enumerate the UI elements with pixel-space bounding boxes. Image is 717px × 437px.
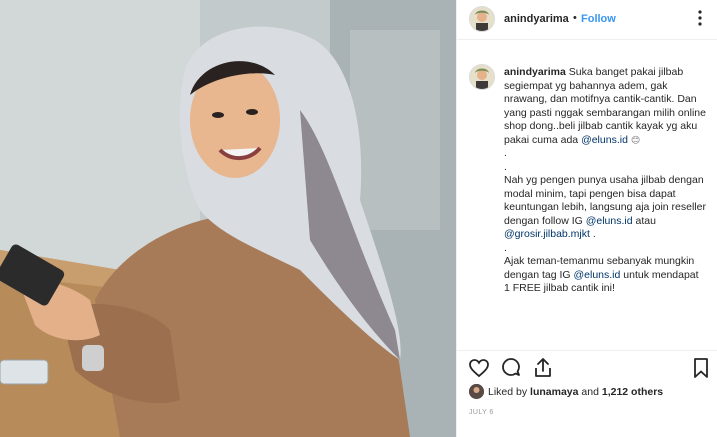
more-options-icon[interactable] [692, 8, 708, 28]
avatar-image [469, 384, 484, 399]
caption-dot: . [504, 241, 507, 254]
smile-emoji-icon: 😊 [630, 134, 641, 145]
mention-link[interactable]: @eluns.id [586, 215, 633, 227]
liked-by-label: Liked by [488, 386, 528, 398]
liker-username[interactable]: lunamaya [530, 386, 578, 398]
heart-icon-shape [469, 359, 489, 378]
caption-dot: . [504, 147, 507, 159]
ellipsis-vertical-icon [698, 10, 702, 26]
avatar-image [470, 7, 494, 31]
header-separator: • [573, 12, 577, 24]
post-date[interactable]: JULY 6 [469, 409, 494, 416]
likes-and-label: and [581, 386, 599, 398]
mention-link[interactable]: @eluns.id [581, 134, 628, 146]
instagram-post: anindyarima • Follow anindyarima Suka ba… [0, 0, 717, 437]
likes-text: Liked by lunamaya and 1,212 others [488, 386, 663, 398]
liker-avatar[interactable] [469, 384, 484, 399]
post-side-panel: anindyarima • Follow anindyarima Suka ba… [456, 0, 717, 437]
action-bar [457, 350, 717, 381]
caption-text: . [589, 228, 596, 240]
post-caption: anindyarima Suka banget pakai jilbab seg… [504, 66, 706, 296]
share-icon[interactable] [531, 356, 555, 380]
caption-dot: . [504, 160, 507, 173]
share-icon-shape [535, 358, 551, 377]
likes-count[interactable]: 1,212 others [602, 386, 663, 398]
comments-section[interactable]: anindyarima Suka banget pakai jilbab seg… [457, 40, 717, 350]
author-username[interactable]: anindyarima [504, 13, 569, 25]
avatar-image [470, 65, 494, 89]
bookmark-icon[interactable] [689, 356, 713, 380]
comment-bubble-icon[interactable] [499, 356, 523, 380]
photo-illustration [0, 0, 456, 437]
author-avatar[interactable] [469, 6, 495, 32]
bookmark-icon-shape [694, 358, 708, 378]
caption-username[interactable]: anindyarima [504, 66, 566, 78]
post-header: anindyarima • Follow [457, 0, 717, 40]
post-photo[interactable] [0, 0, 456, 437]
caption-author-avatar[interactable] [469, 64, 495, 90]
caption-text: atau [632, 214, 659, 227]
heart-icon[interactable] [467, 356, 491, 380]
mention-link[interactable]: @eluns.id [573, 269, 620, 281]
follow-button[interactable]: Follow [581, 13, 616, 25]
comment-icon-shape [502, 358, 520, 376]
mention-link[interactable]: @grosir.jilbab.mjkt [504, 228, 590, 240]
likes-summary: Liked by lunamaya and 1,212 others [469, 384, 709, 402]
